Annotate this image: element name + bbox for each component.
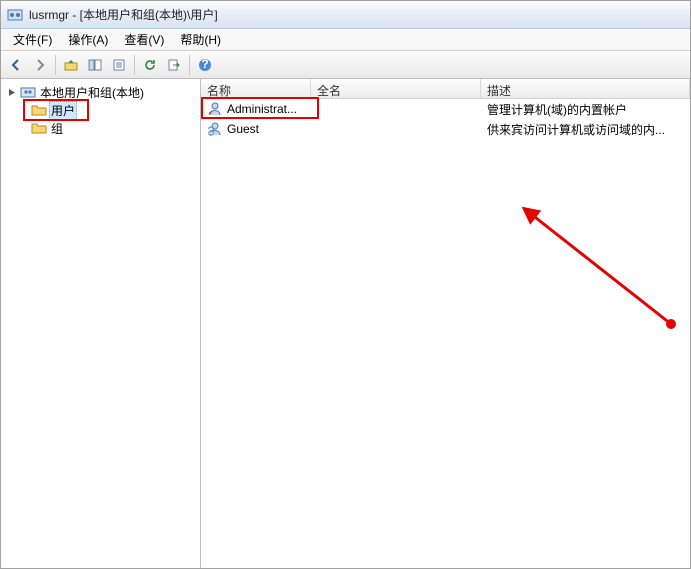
toolbar-separator — [134, 55, 135, 75]
back-button[interactable] — [5, 54, 27, 76]
annotation-arrow — [521, 204, 691, 344]
tree-groups-node[interactable]: 组 — [1, 119, 200, 137]
menu-view[interactable]: 查看(V) — [116, 29, 172, 50]
tree-pane[interactable]: 本地用户和组(本地) 用户 组 — [1, 79, 201, 568]
forward-button[interactable] — [29, 54, 51, 76]
content-area: 本地用户和组(本地) 用户 组 名称 全名 描述 — [1, 79, 690, 568]
column-header-desc[interactable]: 描述 — [481, 79, 690, 98]
list-pane[interactable]: 名称 全名 描述 Administrat... 管理计算 — [201, 79, 690, 568]
cell-desc: 供来宾访问计算机或访问域的内... — [487, 121, 665, 138]
list-body: Administrat... 管理计算机(域)的内置帐户 ? Guest — [201, 99, 690, 568]
annotation-highlight-admin — [201, 97, 319, 119]
svg-text:?: ? — [208, 124, 215, 137]
cell-name: Guest — [227, 122, 259, 136]
column-header-fullname[interactable]: 全名 — [311, 79, 481, 98]
window-frame: lusrmgr - [本地用户和组(本地)\用户] 文件(F) 操作(A) 查看… — [0, 0, 691, 569]
column-header-name[interactable]: 名称 — [201, 79, 311, 98]
toolbar-separator — [55, 55, 56, 75]
refresh-button[interactable] — [139, 54, 161, 76]
show-hide-tree-button[interactable] — [84, 54, 106, 76]
app-icon — [7, 7, 23, 23]
menu-file[interactable]: 文件(F) — [5, 29, 60, 50]
properties-button[interactable] — [108, 54, 130, 76]
collapse-icon[interactable] — [7, 87, 18, 98]
list-header: 名称 全名 描述 — [201, 79, 690, 99]
toolbar-separator — [189, 55, 190, 75]
menu-action[interactable]: 操作(A) — [60, 29, 116, 50]
tree-groups-label: 组 — [49, 119, 65, 138]
window-title: lusrmgr - [本地用户和组(本地)\用户] — [29, 6, 218, 23]
users-groups-icon — [20, 84, 36, 100]
menu-help[interactable]: 帮助(H) — [172, 29, 229, 50]
user-icon: ? — [207, 121, 223, 137]
cell-desc: 管理计算机(域)的内置帐户 — [487, 101, 627, 118]
svg-text:?: ? — [201, 58, 208, 71]
toolbar: ? — [1, 51, 690, 79]
menu-bar: 文件(F) 操作(A) 查看(V) 帮助(H) — [1, 29, 690, 51]
annotation-highlight-users — [23, 99, 89, 121]
export-list-button[interactable] — [163, 54, 185, 76]
up-folder-button[interactable] — [60, 54, 82, 76]
list-row[interactable]: ? Guest 供来宾访问计算机或访问域的内... — [201, 119, 690, 139]
title-bar[interactable]: lusrmgr - [本地用户和组(本地)\用户] — [1, 1, 690, 29]
folder-icon — [31, 120, 47, 136]
help-button[interactable]: ? — [194, 54, 216, 76]
